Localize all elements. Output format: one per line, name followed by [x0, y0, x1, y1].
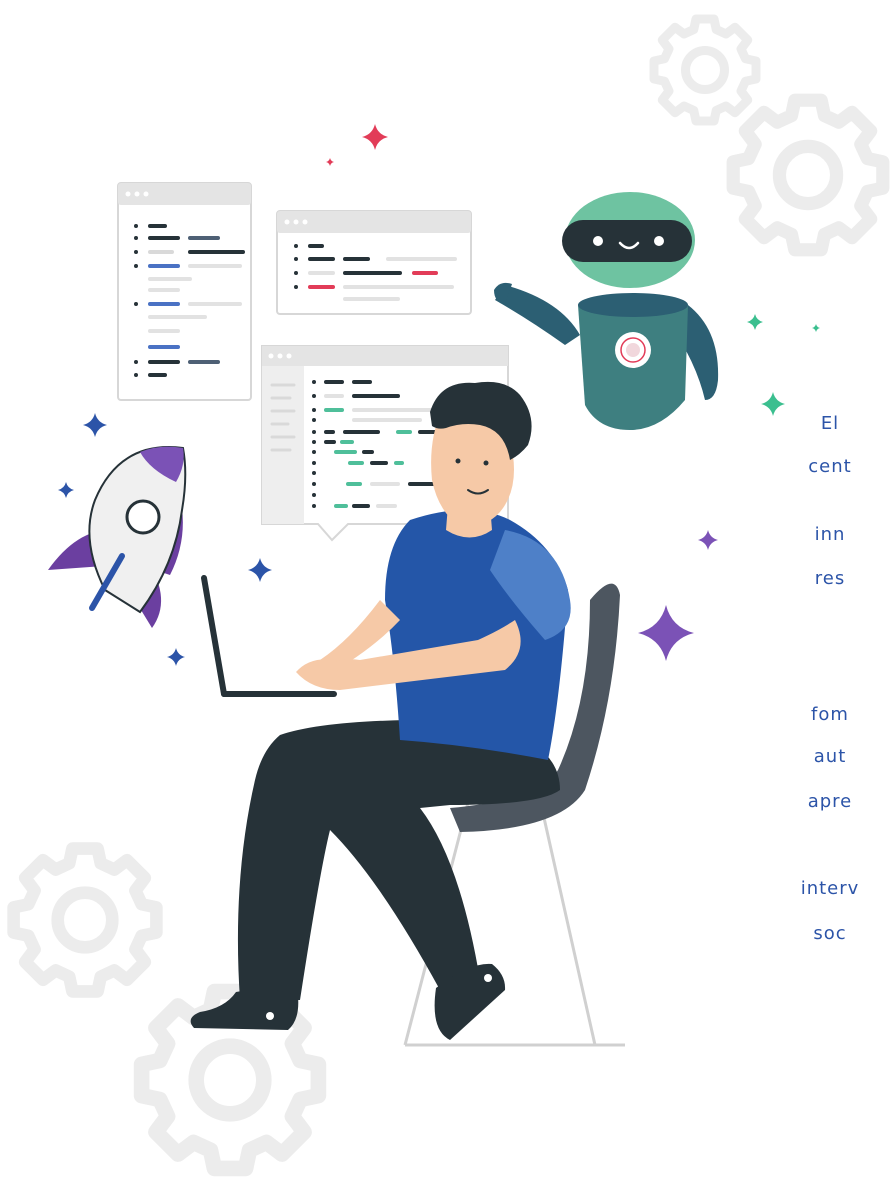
- sparkle-icon: [167, 648, 185, 666]
- illustration-scene: [0, 0, 896, 1182]
- robot-icon: [494, 192, 719, 430]
- sparkle-icon: [747, 314, 763, 330]
- sparkle-icon: [326, 158, 334, 166]
- sparkle-icon: [812, 324, 820, 332]
- sparkle-icon: [638, 605, 694, 661]
- side-text-line-2: cent: [808, 456, 852, 477]
- side-text-line-4: res: [814, 568, 846, 589]
- side-text-line-9: soc: [813, 923, 847, 944]
- code-window-icon: [276, 210, 472, 315]
- sparkle-icon: [83, 413, 107, 437]
- gear-icon: [733, 100, 883, 250]
- sparkle-icon: [362, 124, 388, 150]
- side-text-line-3: inn: [814, 524, 846, 545]
- sparkle-icon: [58, 482, 74, 498]
- rocket-icon: [48, 446, 187, 628]
- side-text-line-1: El: [820, 413, 840, 434]
- side-text-line-7: apre: [807, 791, 853, 812]
- side-text-line-8: interv: [800, 878, 860, 899]
- sparkle-icon: [761, 392, 785, 416]
- gear-icon: [14, 849, 157, 992]
- gear-icon: [654, 19, 756, 121]
- sparkle-icon: [248, 558, 272, 582]
- side-text-line-5: fom: [811, 704, 849, 725]
- side-text-line-6: aut: [813, 746, 847, 767]
- code-window-icon: [117, 182, 252, 401]
